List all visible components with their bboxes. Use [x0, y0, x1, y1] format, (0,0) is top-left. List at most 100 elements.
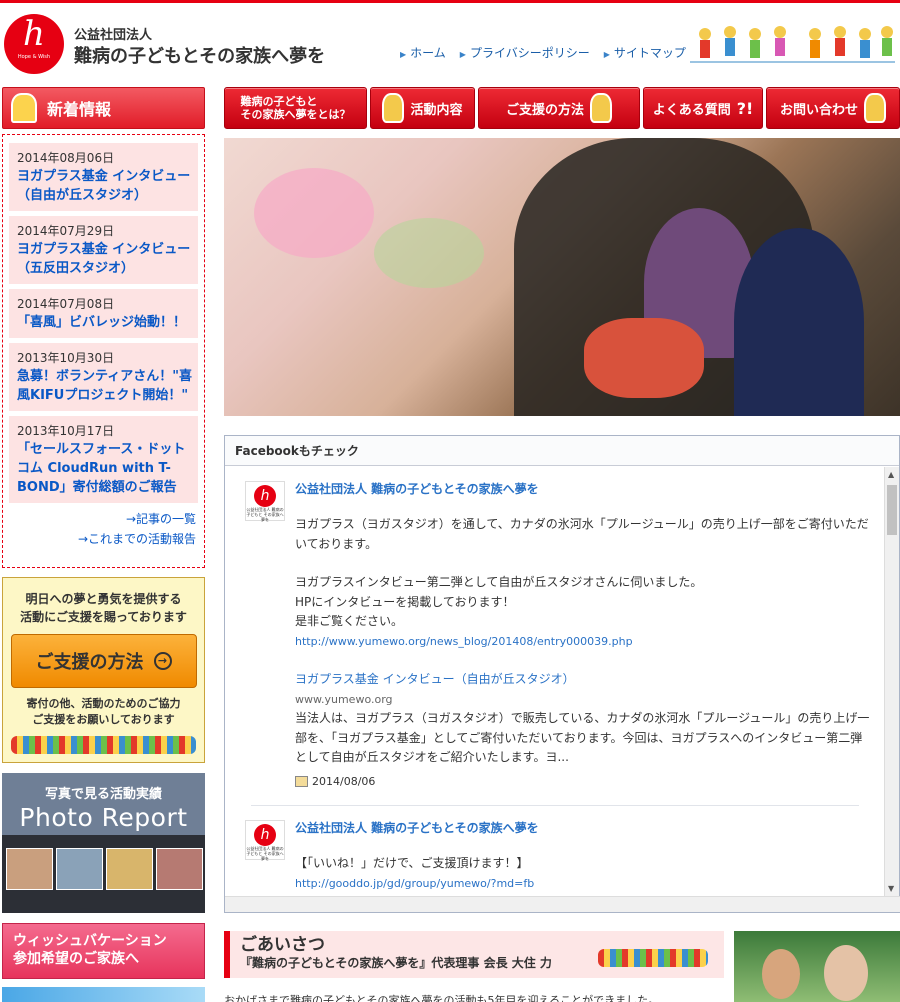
scroll-thumb[interactable]	[887, 485, 897, 535]
avatar-caption: 公益社団法人 難病の子どもと その家族へ夢を	[246, 846, 284, 861]
support-banner: 明日への夢と勇気を提供する 活動にご支援を賜っております ご支援の方法 → 寄付…	[2, 577, 205, 763]
gnav-activities-label: 活動内容	[410, 102, 463, 118]
page-avatar[interactable]: h 公益社団法人 難病の子どもと その家族へ夢を	[245, 481, 285, 522]
logo-icon: h	[254, 824, 276, 846]
activity-report-link[interactable]: →これまでの活動報告	[9, 530, 198, 548]
facebook-heading: Facebookもチェック	[225, 436, 899, 466]
child-figure-icon	[382, 93, 405, 123]
news-date: 2013年10月17日	[17, 424, 115, 438]
photo-thumb	[106, 848, 153, 890]
org-type: 公益社団法人	[74, 28, 153, 43]
arrow-right-icon: →	[153, 652, 172, 670]
gnav-activities-button[interactable]: 活動内容	[370, 87, 475, 129]
news-title[interactable]: 「セールスフォース・ドットコム CloudRun with T-BOND」寄付総…	[17, 440, 192, 497]
news-title[interactable]: 「喜風」ビバレッジ始動！！	[17, 313, 192, 332]
news-title[interactable]: ヨガプラス基金 インタビュー（自由が丘スタジオ）	[17, 167, 192, 205]
greeting-photo	[734, 931, 900, 1002]
post-author[interactable]: 公益社団法人 難病の子どもとその家族へ夢を	[295, 481, 873, 497]
news-title[interactable]: 急募！ボランティアさん！"喜風KIFUプロジェクト開始！"	[17, 367, 192, 405]
post-author[interactable]: 公益社団法人 難病の子どもとその家族へ夢を	[295, 820, 873, 836]
vertical-scrollbar[interactable]: ▲ ▼	[884, 467, 899, 896]
child-figure-icon	[590, 93, 612, 123]
post-text: 是非ご覧ください。	[295, 614, 404, 628]
photo-thumb	[156, 848, 203, 890]
horizontal-scrollbar[interactable]	[225, 896, 900, 912]
photo-thumbnails	[6, 848, 203, 890]
next-banner[interactable]	[2, 987, 205, 1002]
photo-icon	[295, 776, 308, 787]
nav-home-link[interactable]: ▶ ホーム	[400, 44, 446, 61]
support-method-button[interactable]: ご支援の方法 →	[10, 634, 197, 688]
greeting-text: おかげさまで難病の子どもとその家族へ夢をの活動も5年目を迎えることができました。	[224, 994, 660, 1002]
link-description: 当法人は、ヨガプラス（ヨガスタジオ）で販売している、カナダの氷河水「プルージュー…	[295, 711, 870, 764]
photo-report-banner[interactable]: 写真で見る活動実績 Photo Report	[2, 773, 205, 913]
person-photo	[762, 949, 800, 999]
arrow-icon: ▶	[459, 50, 466, 59]
news-item[interactable]: 2014年07月29日 ヨガプラス基金 インタビュー（五反田スタジオ）	[9, 216, 198, 284]
kids-illustration	[690, 26, 895, 63]
facebook-widget: Facebookもチェック h 公益社団法人 難病の子どもと その家族へ夢を 公益…	[224, 435, 900, 913]
logo-mark: h	[23, 14, 45, 54]
link-domain: www.yumewo.org	[295, 692, 393, 706]
nav-sitemap-link[interactable]: ▶ サイトマップ	[604, 44, 686, 61]
child-figure-icon	[11, 93, 37, 123]
gnav-contact-label: お問い合わせ	[779, 102, 858, 118]
scroll-up-icon[interactable]: ▲	[888, 470, 894, 479]
gnav-about-label: 難病の子どもと その家族へ夢をとは？	[240, 95, 351, 121]
person-photo	[824, 945, 868, 1001]
news-title[interactable]: ヨガプラス基金 インタビュー（五反田スタジオ）	[17, 240, 192, 278]
news-item[interactable]: 2013年10月30日 急募！ボランティアさん！"喜風KIFUプロジェクト開始！…	[9, 343, 198, 411]
nav-privacy-link[interactable]: ▶ プライバシーポリシー	[460, 44, 590, 61]
rickshaw-driver	[734, 228, 864, 416]
page-avatar[interactable]: h 公益社団法人 難病の子どもと その家族へ夢を	[245, 820, 285, 861]
post-text: ヨガプラス（ヨガスタジオ）を通して、カナダの氷河水「プルージュール」の売り上げ一…	[295, 517, 869, 551]
photo-thumb	[56, 848, 103, 890]
gnav-support-button[interactable]: ご支援の方法	[478, 87, 640, 129]
avatar-caption: 公益社団法人 難病の子どもと その家族へ夢を	[246, 507, 284, 522]
facebook-feed: h 公益社団法人 難病の子どもと その家族へ夢を 公益社団法人 難病の子どもとその…	[225, 467, 885, 896]
gnav-support-label: ご支援の方法	[505, 102, 584, 118]
utility-nav: ▶ ホーム ▶ プライバシーポリシー ▶ サイトマップ	[400, 44, 686, 61]
wish-vacation-banner[interactable]: ウィッシュバケーション 参加希望のご家族へ	[2, 923, 205, 979]
photo-thumb	[6, 848, 53, 890]
kids-illustration	[11, 736, 196, 754]
facebook-post: h 公益社団法人 難病の子どもと その家族へ夢を 公益社団法人 難病の子どもとその…	[241, 820, 873, 893]
support-note: 寄付の他、活動のためのご協力 ご支援をお願いしております	[26, 697, 181, 726]
greeting-header: ごあいさつ 『難病の子どもとその家族へ夢を』代表理事 会長 大住 力	[224, 931, 724, 978]
post-text: 【「いいね！」だけで、ご支援頂けます！】	[295, 856, 529, 870]
photo-report-title: Photo Report	[19, 803, 188, 832]
post-text: HPにインタビューを掲載しております！	[295, 594, 515, 609]
news-item[interactable]: 2014年07月08日 「喜風」ビバレッジ始動！！	[9, 289, 198, 338]
news-date: 2014年07月29日	[17, 224, 115, 238]
news-item[interactable]: 2013年10月17日 「セールスフォース・ドットコム CloudRun wit…	[9, 416, 198, 503]
news-archive-link[interactable]: →記事の一覧	[9, 508, 198, 530]
logo[interactable]: h Hope & Wish	[4, 14, 64, 74]
arrow-icon: ▶	[400, 50, 407, 59]
divider	[251, 805, 859, 806]
gnav-about-button[interactable]: 難病の子どもと その家族へ夢をとは？	[224, 87, 367, 129]
news-item[interactable]: 2014年08月06日 ヨガプラス基金 インタビュー（自由が丘スタジオ）	[9, 143, 198, 211]
gnav-faq-button[interactable]: よくある質問 ?!	[643, 87, 763, 129]
post-date: 2014/08/06	[295, 772, 873, 792]
post-link[interactable]: http://gooddo.jp/gd/group/yumewo/?md=fb	[295, 874, 873, 894]
wish-vacation-label: ウィッシュバケーション 参加希望のご家族へ	[13, 933, 167, 967]
news-list: 2014年08月06日 ヨガプラス基金 インタビュー（自由が丘スタジオ） 201…	[2, 134, 205, 568]
support-lead: 明日への夢と勇気を提供する 活動にご支援を賜っております	[20, 592, 187, 624]
gnav-faq-label: よくある質問	[652, 102, 731, 118]
global-nav: 難病の子どもと その家族へ夢をとは？ 活動内容 ご支援の方法 よくある質問 ?!…	[224, 87, 900, 129]
flower-blur	[254, 168, 374, 258]
arrow-icon: ▶	[603, 50, 610, 59]
news-heading-label: 新着情報	[47, 100, 112, 119]
child-figure-icon	[864, 93, 886, 123]
top-red-line	[0, 0, 900, 3]
kids-illustration	[598, 949, 708, 967]
flower-blur	[374, 218, 484, 288]
org-name: 難病の子どもとその家族へ夢を	[74, 46, 326, 67]
gnav-contact-button[interactable]: お問い合わせ	[766, 87, 900, 129]
link-title[interactable]: ヨガプラス基金 インタビュー（自由が丘スタジオ）	[295, 670, 873, 690]
facebook-post: h 公益社団法人 難病の子どもと その家族へ夢を 公益社団法人 難病の子どもとその…	[241, 481, 873, 791]
scroll-down-icon[interactable]: ▼	[888, 884, 894, 893]
post-link[interactable]: http://www.yumewo.org/news_blog/201408/e…	[295, 632, 873, 652]
hero-photo	[224, 138, 900, 416]
question-icon: ?!	[736, 98, 754, 118]
